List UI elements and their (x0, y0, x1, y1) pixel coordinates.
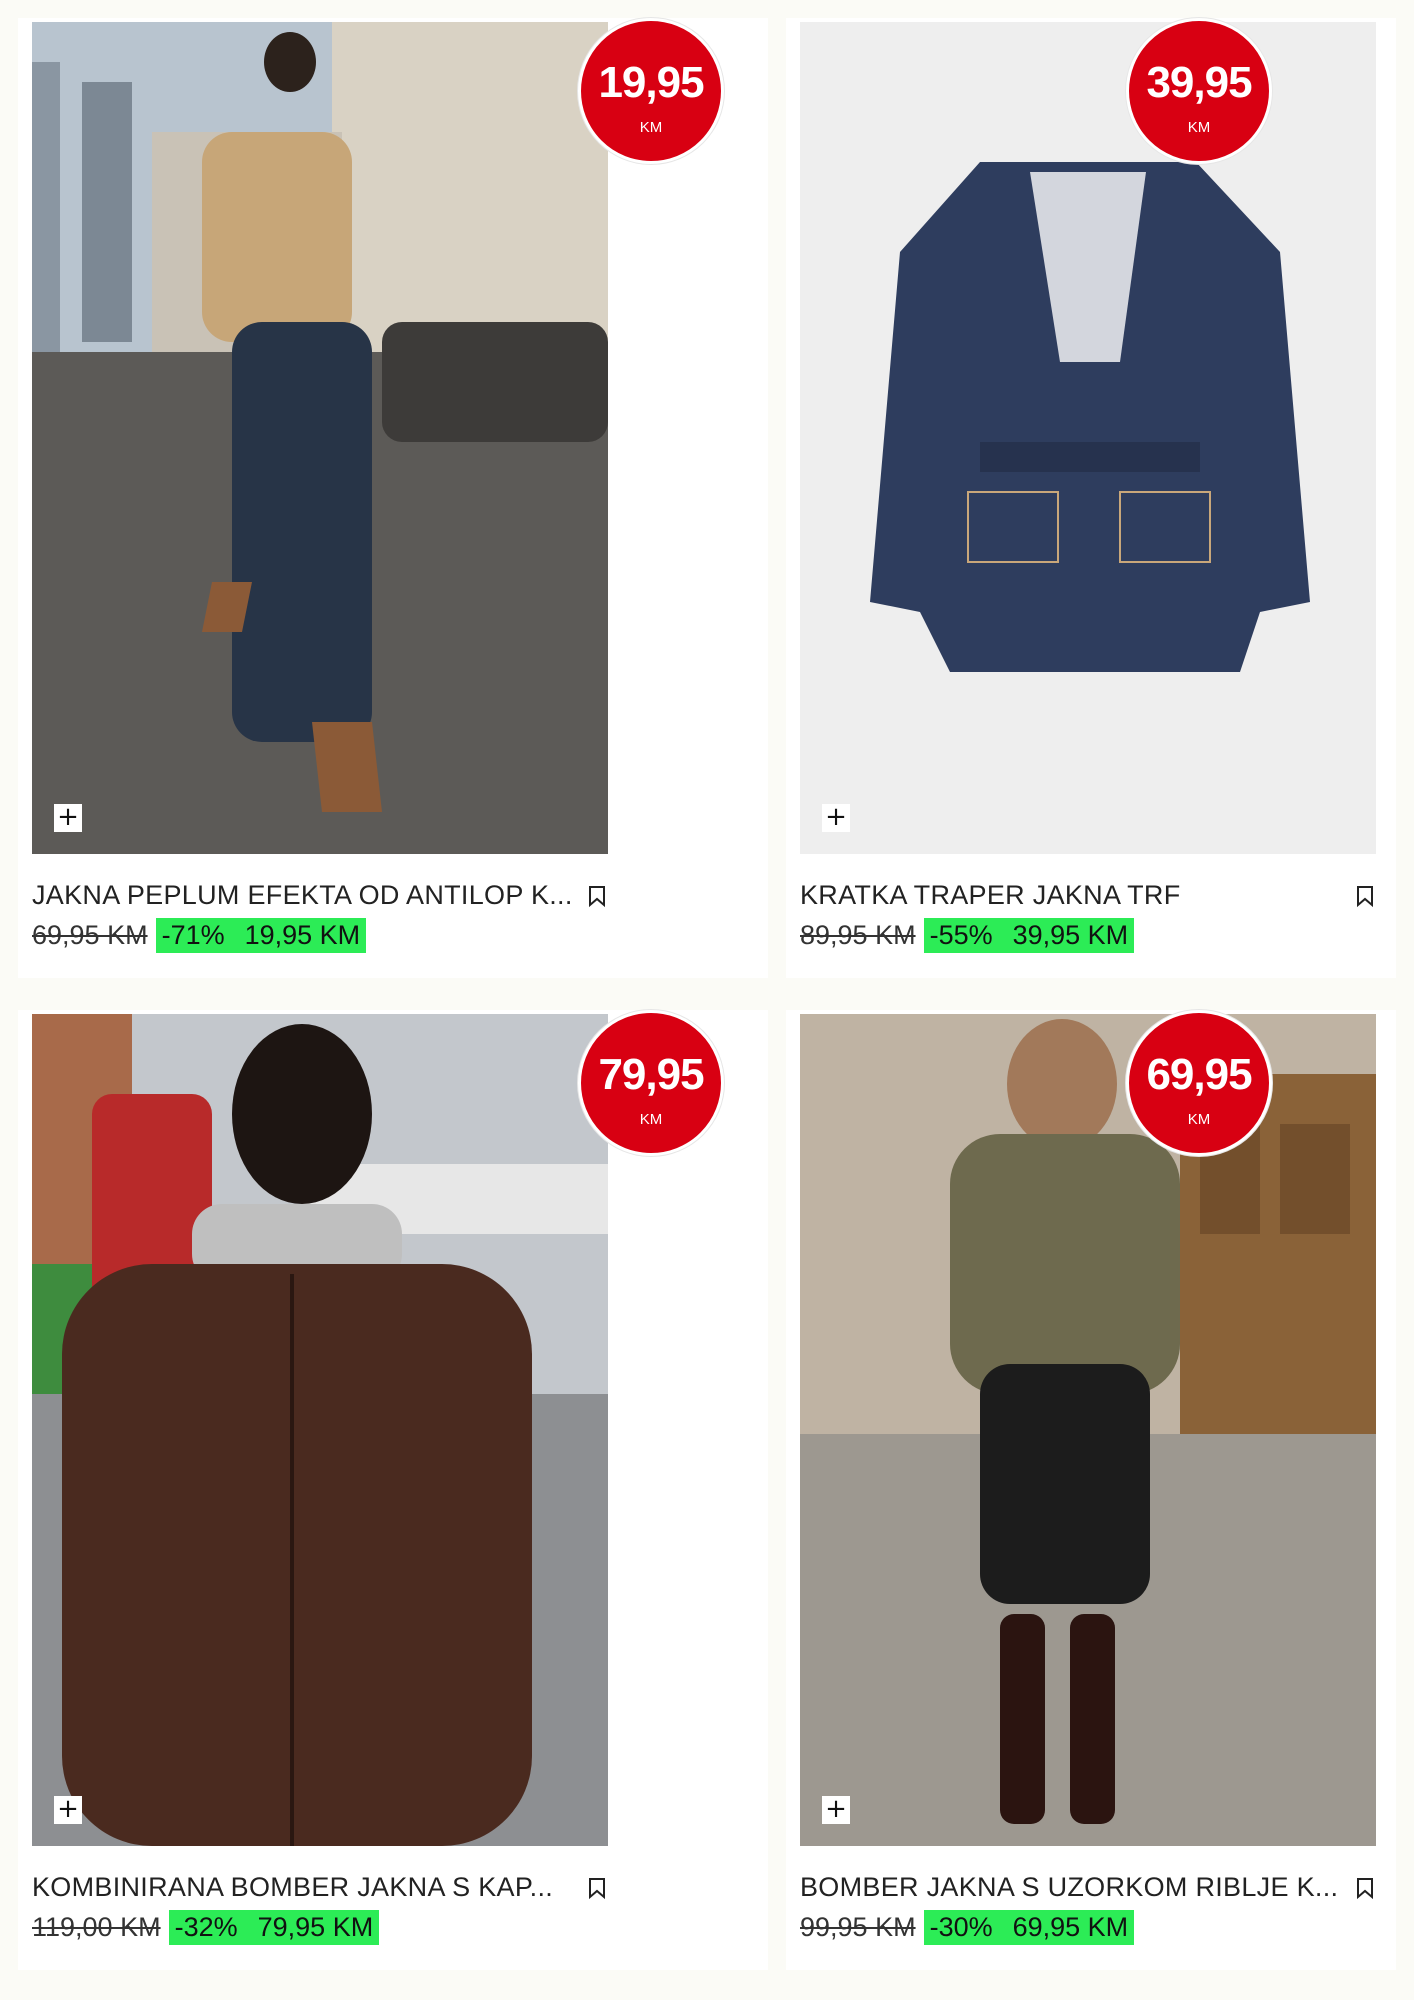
add-to-cart-button[interactable]: + (822, 804, 850, 832)
price-row: 119,00 KM -32% 79,95 KM (32, 1908, 380, 1946)
old-price: 119,00 KM (32, 1911, 161, 1942)
new-price: 79,95 KM (257, 1911, 374, 1942)
discount-percent: -32% (174, 1911, 238, 1942)
sale-price-box: -30% 69,95 KM (923, 1909, 1135, 1945)
bookmark-icon[interactable] (586, 884, 608, 908)
add-to-cart-button[interactable]: + (54, 804, 82, 832)
bookmark-icon[interactable] (1354, 884, 1376, 908)
product-card[interactable]: + 39,95 KM KRATKA TRAPER JAKNA TRF 89,95… (786, 18, 1396, 978)
add-to-cart-button[interactable]: + (54, 1796, 82, 1824)
price-badge-currency: KM (1187, 119, 1211, 136)
product-image[interactable]: + (32, 22, 608, 854)
price-badge-amount: 79,95 (598, 1050, 704, 1099)
product-image[interactable]: + (800, 1014, 1376, 1846)
price-badge-amount: 69,95 (1146, 1050, 1252, 1099)
old-price: 69,95 KM (32, 919, 148, 950)
bookmark-icon[interactable] (1354, 1876, 1376, 1900)
plus-icon: + (57, 802, 79, 832)
product-name[interactable]: KRATKA TRAPER JAKNA TRF (800, 880, 1340, 911)
discount-percent: -55% (929, 919, 993, 950)
bookmark-icon[interactable] (586, 1876, 608, 1900)
price-badge: 19,95 KM (578, 18, 724, 164)
price-badge: 69,95 KM (1126, 1010, 1272, 1156)
price-row: 89,95 KM -55% 39,95 KM (800, 916, 1135, 954)
product-card[interactable]: + 19,95 KM JAKNA PEPLUM EFEKTA OD ANTILO… (18, 18, 768, 978)
sale-price-box: -71% 19,95 KM (155, 917, 367, 953)
product-image[interactable]: + (800, 22, 1376, 854)
plus-icon: + (825, 802, 847, 832)
price-badge: 79,95 KM (578, 1010, 724, 1156)
product-card[interactable]: + 79,95 KM KOMBINIRANA BOMBER JAKNA S KA… (18, 1010, 768, 1970)
product-card[interactable]: + 69,95 KM BOMBER JAKNA S UZORKOM RIBLJE… (786, 1010, 1396, 1970)
sale-price-box: -55% 39,95 KM (923, 917, 1135, 953)
new-price: 19,95 KM (244, 919, 361, 950)
product-name[interactable]: KOMBINIRANA BOMBER JAKNA S KAP... (32, 1872, 572, 1903)
price-badge-currency: KM (639, 1111, 663, 1128)
product-name[interactable]: JAKNA PEPLUM EFEKTA OD ANTILOP K... (32, 880, 572, 911)
add-to-cart-button[interactable]: + (822, 1796, 850, 1824)
price-badge-amount: 39,95 (1146, 58, 1252, 107)
new-price: 39,95 KM (1012, 919, 1129, 950)
discount-percent: -71% (161, 919, 225, 950)
price-row: 69,95 KM -71% 19,95 KM (32, 916, 367, 954)
old-price: 89,95 KM (800, 919, 916, 950)
price-row: 99,95 KM -30% 69,95 KM (800, 1908, 1135, 1946)
new-price: 69,95 KM (1012, 1911, 1129, 1942)
product-name[interactable]: BOMBER JAKNA S UZORKOM RIBLJE K... (800, 1872, 1340, 1903)
old-price: 99,95 KM (800, 1911, 916, 1942)
price-badge-currency: KM (639, 119, 663, 136)
discount-percent: -30% (929, 1911, 993, 1942)
sale-price-box: -32% 79,95 KM (168, 1909, 380, 1945)
product-image[interactable]: + (32, 1014, 608, 1846)
plus-icon: + (57, 1794, 79, 1824)
price-badge-currency: KM (1187, 1111, 1211, 1128)
price-badge-amount: 19,95 (598, 58, 704, 107)
price-badge: 39,95 KM (1126, 18, 1272, 164)
plus-icon: + (825, 1794, 847, 1824)
